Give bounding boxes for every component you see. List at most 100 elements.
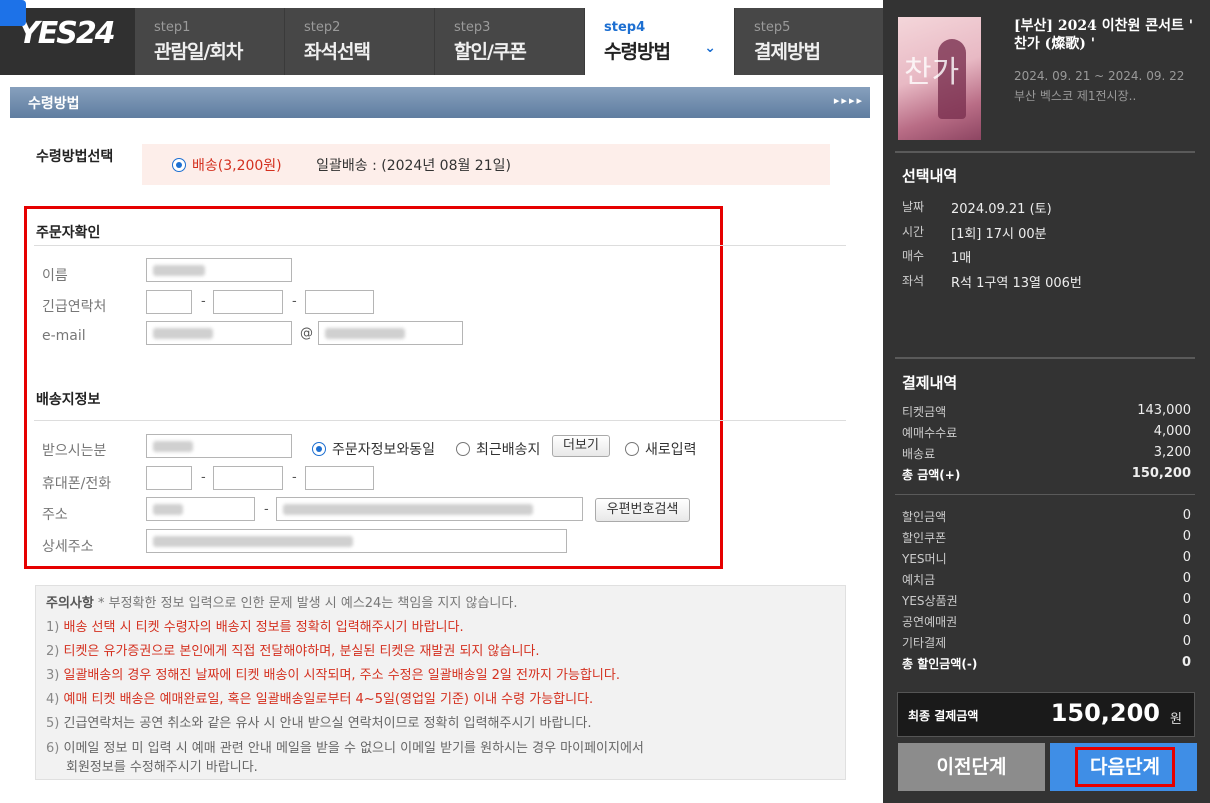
address-input[interactable] (276, 497, 583, 521)
step3-label: 할인/쿠폰 (454, 41, 527, 63)
email-domain-input[interactable] (318, 321, 463, 345)
delivery-divider (34, 420, 846, 421)
payment-row: 예매수수료 4,000 (902, 424, 1191, 440)
notice-head: 주의사항 (46, 596, 94, 611)
method-note: 일괄배송 : (2024년 08월 21일) (316, 158, 511, 174)
mobile-dash-2: - (292, 470, 297, 485)
section-title-bar: 수령방법 ▸▸▸▸ (10, 87, 870, 118)
payment-title: 결제내역 (902, 374, 958, 392)
emergency-phone-3-input[interactable] (305, 290, 374, 314)
step1-number: step1 (154, 20, 191, 35)
order-summary-panel: 찬가 [부산] 2024 이찬원 콘서트 ' 찬가 (燦歌) ' 2024. 0… (883, 0, 1210, 803)
step5-number: step5 (754, 20, 791, 35)
yes24-logo[interactable]: YES24 (18, 16, 116, 51)
detail-address-label: 상세주소 (42, 539, 94, 555)
name-input[interactable] (146, 258, 292, 282)
mobile-2-input[interactable] (213, 466, 283, 490)
selection-title: 선택내역 (902, 167, 958, 185)
recent-address-radio[interactable] (456, 442, 470, 456)
notice-item: 5) 긴급연락처는 공연 취소와 같은 유사 시 안내 받으실 연락처이므로 정… (46, 716, 592, 731)
step2-tab[interactable]: step2 좌석선택 (285, 8, 435, 75)
detail-address-input[interactable] (146, 529, 567, 553)
show-title: [부산] 2024 이찬원 콘서트 ' 찬가 (燦歌) ' (1014, 18, 1194, 52)
postcode-input[interactable] (146, 497, 255, 521)
new-address-label: 새로입력 (645, 442, 697, 458)
postcode-search-button[interactable]: 우편번호검색 (595, 498, 690, 522)
discount-row: 공연예매권 0 (902, 613, 1191, 629)
emergency-phone-2-input[interactable] (213, 290, 283, 314)
new-address-radio[interactable] (625, 442, 639, 456)
show-poster-image: 찬가 (898, 17, 981, 140)
divider (895, 151, 1195, 153)
phone-dash-2: - (292, 294, 297, 309)
step4-tab[interactable]: step4 수령방법 ⌄ (585, 8, 735, 75)
recent-address-label: 최근배송지 (476, 442, 541, 458)
show-dates: 2024. 09. 21 ~ 2024. 09. 22 (1014, 69, 1185, 83)
discount-row: YES상품권 0 (902, 592, 1191, 608)
notice-item: 1) 배송 선택 시 티켓 수령자의 배송지 정보를 정확히 입력해주시기 바랍… (46, 620, 464, 635)
orderer-divider (34, 245, 846, 246)
final-amount-value: 150,200 (1050, 699, 1160, 727)
selection-row: 시간 [1회] 17시 00분 (902, 225, 1047, 242)
discount-row: 예치금 0 (902, 571, 1191, 587)
poster-title-text: 찬가 (904, 55, 960, 90)
notice-header: 주의사항 * 부정확한 정보 입력으로 인한 문제 발생 시 예스24는 책임을… (46, 592, 845, 616)
mobile-3-input[interactable] (305, 466, 374, 490)
step4-number: step4 (604, 20, 646, 35)
discount-row: 할인쿠폰 0 (902, 529, 1191, 545)
next-step-label: 다음단계 (1075, 747, 1175, 787)
chevron-down-icon[interactable]: ⌄ (704, 40, 716, 56)
step1-tab[interactable]: step1 관람일/회차 (135, 8, 285, 75)
same-as-orderer-label: 주문자정보와동일 (332, 442, 436, 458)
step2-number: step2 (304, 20, 341, 35)
delivery-radio[interactable] (172, 158, 186, 172)
step5-label: 결제방법 (754, 41, 821, 63)
notice-item: 6) 이메일 정보 미 입력 시 예매 관련 안내 메일을 받을 수 없으니 이… (46, 741, 644, 775)
next-step-button[interactable]: 다음단계 (1050, 743, 1197, 791)
previous-step-button[interactable]: 이전단계 (898, 743, 1045, 791)
discount-row: YES머니 0 (902, 550, 1191, 566)
divider (895, 494, 1195, 495)
mobile-label: 휴대폰/전화 (42, 476, 112, 492)
mobile-1-input[interactable] (146, 466, 192, 490)
arrows-icon: ▸▸▸▸ (833, 94, 864, 107)
final-amount-unit: 원 (1170, 712, 1182, 727)
show-info: 2024. 09. 21 ~ 2024. 09. 22 부산 벡스코 제1전시장… (1014, 66, 1184, 106)
same-as-orderer-radio[interactable] (312, 442, 326, 456)
orderer-title: 주문자확인 (36, 225, 101, 241)
divider (895, 357, 1195, 359)
name-label: 이름 (42, 268, 68, 284)
step1-label: 관람일/회차 (154, 41, 243, 63)
section-title: 수령방법 (28, 96, 80, 112)
discount-total-row: 총 할인금액(-) 0 (902, 655, 1191, 671)
final-amount-label: 최종 결제금액 (908, 709, 979, 723)
address-dash: - (264, 502, 269, 517)
selection-row: 매수 1매 (902, 249, 972, 266)
notice-box: 주의사항 * 부정확한 정보 입력으로 인한 문제 발생 시 예스24는 책임을… (35, 585, 846, 780)
email-at-sign: @ (300, 326, 313, 341)
more-button[interactable]: 더보기 (552, 435, 610, 457)
step3-tab[interactable]: step3 할인/쿠폰 (435, 8, 585, 75)
mobile-dash-1: - (201, 470, 206, 485)
address-label: 주소 (42, 507, 68, 523)
show-venue: 부산 벡스코 제1전시장.. (1014, 89, 1137, 103)
delivery-title: 배송지정보 (36, 392, 101, 408)
email-id-input[interactable] (146, 321, 292, 345)
recipient-label: 받으시는분 (42, 443, 107, 459)
step5-tab[interactable]: step5 결제방법 (735, 8, 885, 75)
selection-row: 날짜 2024.09.21 (토) (902, 200, 1052, 217)
method-label: 수령방법선택 (36, 149, 114, 165)
new-address-option[interactable]: 새로입력 (625, 439, 697, 459)
method-selected-label[interactable]: 배송(3,200원) (192, 158, 282, 174)
blue-tab-marker[interactable] (0, 0, 26, 26)
same-as-orderer-option[interactable]: 주문자정보와동일 (312, 439, 435, 459)
selection-row: 좌석 R석 1구역 13열 006번 (902, 274, 1082, 291)
email-label: e-mail (42, 328, 86, 344)
method-options: 배송(3,200원) 일괄배송 : (2024년 08월 21일) (142, 144, 830, 185)
emergency-phone-1-input[interactable] (146, 290, 192, 314)
step-navigation: step1 관람일/회차 step2 좌석선택 step3 할인/쿠폰 step… (135, 8, 885, 75)
notice-item: 4) 예매 티켓 배송은 예매완료일, 혹은 일괄배송일로부터 4~5일(영업일… (46, 692, 594, 707)
recipient-input[interactable] (146, 434, 292, 458)
recent-address-option[interactable]: 최근배송지 (456, 439, 540, 459)
phone-dash-1: - (201, 294, 206, 309)
